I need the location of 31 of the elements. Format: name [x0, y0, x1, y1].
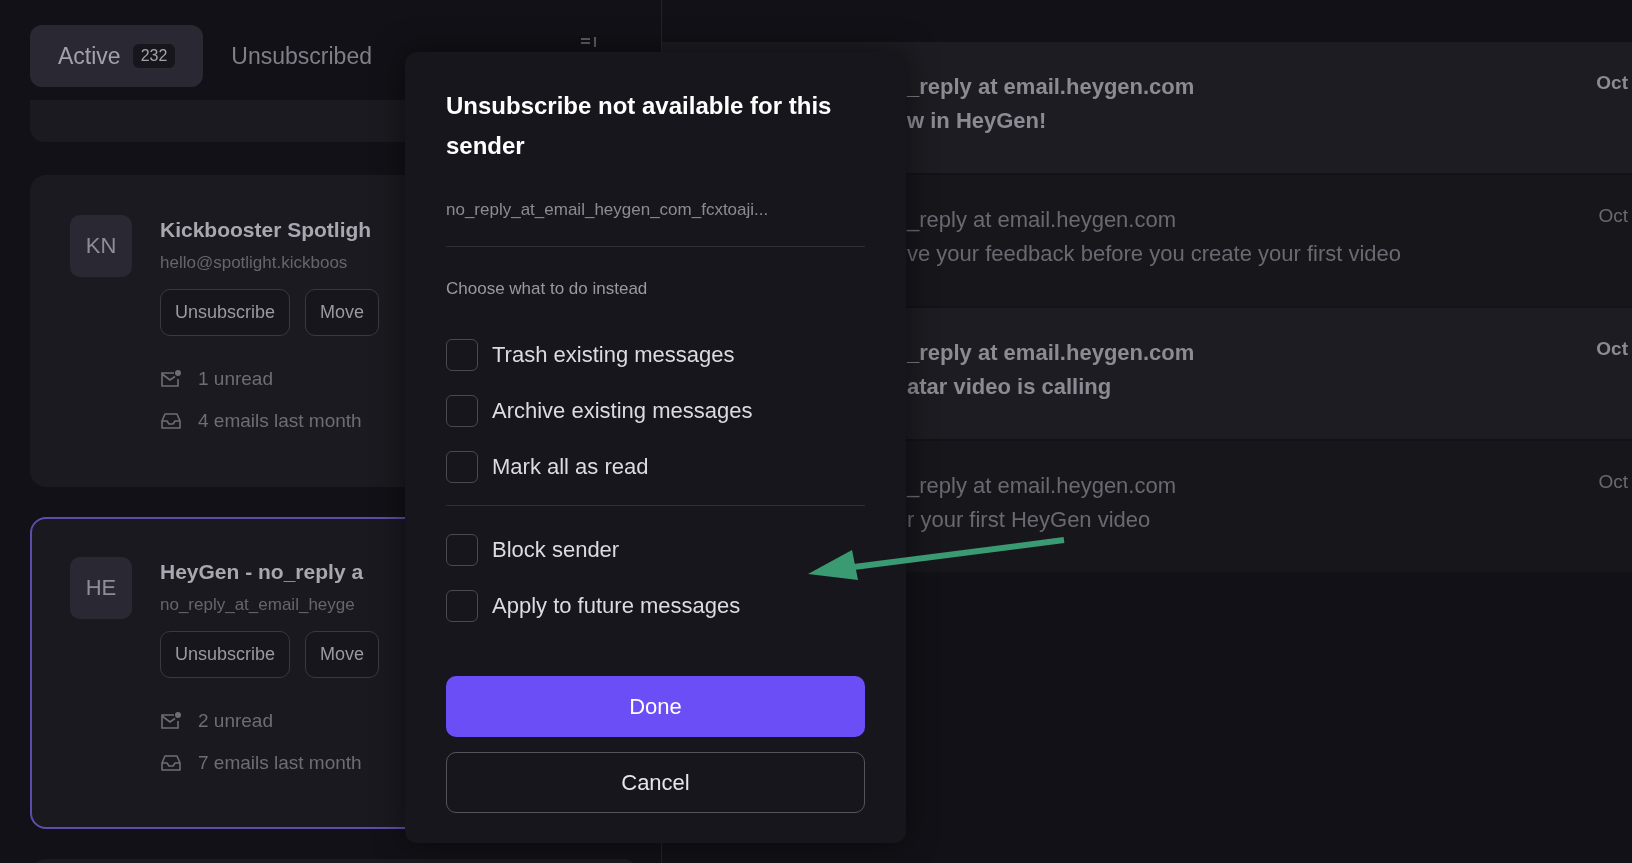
done-button[interactable]: Done: [446, 676, 865, 737]
email-volume: 7 emails last month: [198, 752, 362, 774]
avatar: HE: [70, 557, 132, 619]
message-date: Oct: [1596, 71, 1628, 95]
action-button[interactable]: Unsubscribe: [160, 289, 291, 336]
action-button[interactable]: Move: [305, 289, 380, 336]
message-subject: ve your feedback before you create your first video: [907, 240, 1402, 268]
email-volume: 4 emails last month: [198, 410, 362, 432]
message-sender: _reply at email.heygen.com: [907, 339, 1195, 367]
message-date: Oct: [1596, 337, 1628, 361]
filter-tab[interactable]: Active 232: [30, 25, 204, 87]
cancel-button[interactable]: Cancel: [446, 752, 865, 813]
message-subject: w in HeyGen!: [907, 107, 1048, 135]
avatar: KN: [70, 215, 132, 277]
message-subject: atar video is calling: [907, 373, 1113, 401]
action-button[interactable]: Unsubscribe: [160, 631, 291, 678]
sender-name: HeyGen - no_reply a: [160, 559, 365, 585]
message-sender: _reply at email.heygen.com: [907, 472, 1177, 500]
action-button[interactable]: Move: [305, 631, 380, 678]
sender-email: no_reply_at_email_heyge: [160, 595, 356, 615]
message-date: Oct: [1598, 204, 1628, 228]
sender-name: Kickbooster Spotligh: [160, 217, 373, 243]
option-label: Block sender: [492, 537, 620, 563]
message-date: Oct: [1598, 470, 1628, 494]
unread-count: 1 unread: [198, 368, 273, 390]
message-sender: _reply at email.heygen.com: [907, 73, 1195, 101]
unread-count: 2 unread: [198, 710, 273, 732]
filter-tab[interactable]: Unsubscribed: [203, 25, 400, 87]
message-subject: r your first HeyGen video: [907, 506, 1152, 534]
message-sender: _reply at email.heygen.com: [907, 206, 1178, 234]
sender-email: hello@spotlight.kickboos: [160, 253, 349, 273]
